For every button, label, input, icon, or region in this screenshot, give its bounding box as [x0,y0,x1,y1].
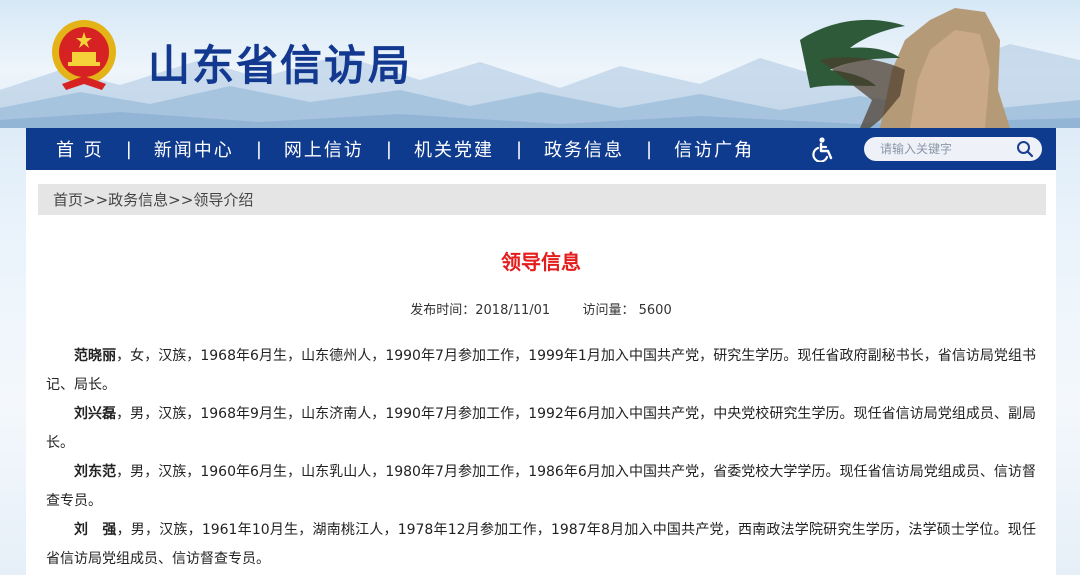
publish-date: 2018/11/01 [475,303,551,318]
search-input[interactable] [878,141,1022,157]
search-icon[interactable] [1016,140,1034,158]
nav-separator: | [646,138,653,160]
leader-name: 刘东范 [74,464,117,480]
publish-time-label: 发布时间： [410,303,476,318]
leader-paragraph: 刘 强，男，汉族，1961年10月生，湖南桃江人，1978年12月参加工作，19… [46,516,1036,574]
nav-item-news-center[interactable]: 新闻中心 [154,136,234,162]
article-meta: 发布时间：2018/11/01 访问量： 5600 [26,299,1056,318]
nav-separator: | [255,138,262,160]
views-label: 访问量： [582,303,635,318]
breadcrumb-separator: >> [83,190,109,209]
nav-item-online-petition[interactable]: 网上信访 [284,136,364,162]
breadcrumb-leader-intro[interactable]: 领导介绍 [193,189,253,210]
site-banner: 山东省信访局 [0,0,1080,128]
leader-bio: ，女，汉族，1968年6月生，山东德州人，1990年7月参加工作，1999年1月… [46,348,1037,393]
nav-item-party-building[interactable]: 机关党建 [414,136,494,162]
breadcrumb-government-info[interactable]: 政务信息 [108,189,168,210]
wheelchair-icon[interactable] [810,136,836,162]
nav-item-government-info[interactable]: 政务信息 [544,136,624,162]
leader-bio: ，男，汉族，1968年9月生，山东济南人，1990年7月参加工作，1992年6月… [46,406,1037,451]
national-emblem-icon [52,20,116,90]
leader-bio: ，男，汉族，1961年10月生，湖南桃江人，1978年12月参加工作，1987年… [46,522,1036,567]
breadcrumb-home[interactable]: 首页 [53,189,83,210]
nav-separator: | [385,138,392,160]
nav-separator: | [125,138,132,160]
nav-item-petition-angle[interactable]: 信访广角 [674,136,754,162]
leader-name: 刘兴磊 [74,406,117,422]
views-count: 5600 [638,303,672,318]
search-box [864,137,1042,161]
breadcrumb: 首页 >> 政务信息 >> 领导介绍 [38,184,1046,215]
article-body: 范晓丽，女，汉族，1968年6月生，山东德州人，1990年7月参加工作，1999… [46,342,1036,574]
main-nav: 首 页 | 新闻中心 | 网上信访 | 机关党建 | 政务信息 | 信访广角 [26,128,1056,170]
leader-paragraph: 范晓丽，女，汉族，1968年6月生，山东德州人，1990年7月参加工作，1999… [46,342,1036,400]
leader-paragraph: 刘兴磊，男，汉族，1968年9月生，山东济南人，1990年7月参加工作，1992… [46,400,1036,458]
breadcrumb-separator: >> [168,190,194,209]
article-title: 领导信息 [501,250,581,274]
leader-bio: ，男，汉族，1960年6月生，山东乳山人，1980年7月参加工作，1986年6月… [46,464,1037,509]
nav-item-home[interactable]: 首 页 [56,136,104,162]
leader-name: 范晓丽 [74,348,117,364]
site-title: 山东省信访局 [148,41,413,90]
leader-paragraph: 刘东范，男，汉族，1960年6月生，山东乳山人，1980年7月参加工作，1986… [46,458,1036,516]
nav-separator: | [515,138,523,160]
content-panel: 首页 >> 政务信息 >> 领导介绍 领导信息 发布时间：2018/11/01 … [26,170,1056,575]
leader-name: 刘 强 [74,522,117,538]
